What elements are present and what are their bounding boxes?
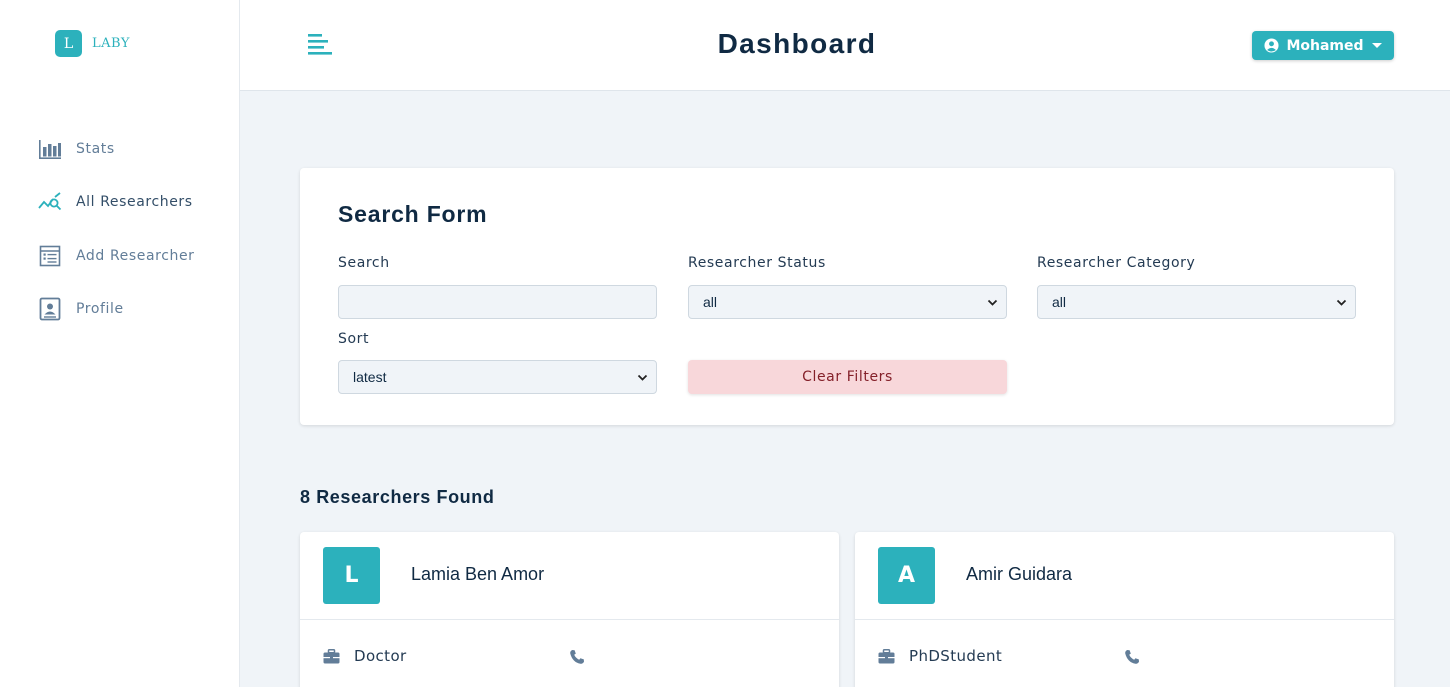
search-label: Search — [338, 255, 390, 271]
logo-mark: L — [55, 30, 82, 57]
researcher-category-select[interactable]: all — [1037, 285, 1356, 319]
sidebar-item-label: Add Researcher — [76, 247, 195, 264]
researcher-status-value: all — [703, 294, 718, 310]
page-title: Dashboard — [717, 28, 877, 59]
researcher-name: Lamia Ben Amor — [411, 564, 545, 584]
sidebar-item-label: Profile — [76, 301, 124, 317]
form-title: Search Form — [338, 201, 488, 227]
briefcase-icon — [878, 648, 895, 664]
researcher-name: Amir Guidara — [966, 564, 1073, 584]
researcher-category: PhDStudent — [878, 647, 1002, 665]
search-form: Search Form Search Researcher Status all… — [300, 168, 1394, 425]
card-header: L Lamia Ben Amor — [300, 532, 839, 620]
sidebar-item-label: Stats — [76, 140, 115, 157]
sidebar-nav: Stats All Researchers Add Researcher Pro… — [38, 135, 195, 349]
user-name: Mohamed — [1286, 37, 1364, 54]
sort-select[interactable]: latest — [338, 360, 657, 394]
researcher-card: A Amir Guidara PhDStudent — [855, 532, 1394, 687]
id-card-icon — [38, 297, 62, 321]
search-input[interactable] — [338, 285, 657, 319]
researcher-category: Doctor — [323, 647, 407, 665]
sort-label: Sort — [338, 331, 370, 347]
category-text: PhDStudent — [909, 647, 1003, 665]
chevron-down-icon — [987, 296, 998, 312]
avatar: A — [878, 547, 935, 604]
briefcase-icon — [323, 648, 340, 664]
researcher-card: L Lamia Ben Amor Doctor — [300, 532, 839, 687]
sidebar-item-stats[interactable]: Stats — [38, 135, 195, 162]
researcher-category-label: Researcher Category — [1037, 255, 1196, 271]
bar-chart-icon — [38, 137, 62, 161]
researcher-status-label: Researcher Status — [688, 255, 826, 271]
logo-text: LABY — [92, 36, 130, 51]
card-header: A Amir Guidara — [855, 532, 1394, 620]
avatar: L — [323, 547, 380, 604]
chevron-down-icon — [637, 371, 648, 387]
results-count: 8 Researchers Found — [300, 487, 495, 507]
sidebar-item-profile[interactable]: Profile — [38, 296, 195, 323]
clear-filters-button[interactable]: Clear Filters — [688, 360, 1007, 394]
sidebar-item-label: All Researchers — [76, 194, 193, 210]
logo[interactable]: L LABY — [55, 30, 130, 57]
sidebar-item-add-researcher[interactable]: Add Researcher — [38, 242, 195, 269]
category-text: Doctor — [354, 647, 407, 665]
researcher-category-value: all — [1052, 294, 1067, 310]
top-bar: Dashboard Mohamed — [240, 0, 1450, 91]
sidebar-item-all-researchers[interactable]: All Researchers — [38, 189, 195, 216]
sidebar: L LABY Stats All Researchers Add Researc… — [0, 0, 240, 687]
phone-icon — [1124, 649, 1140, 669]
researcher-status-select[interactable]: all — [688, 285, 1007, 319]
caret-down-icon — [1371, 43, 1382, 48]
phone-icon — [569, 649, 585, 669]
user-circle-icon — [1264, 38, 1279, 53]
query-stats-icon — [38, 190, 62, 214]
user-menu-button[interactable]: Mohamed — [1252, 31, 1394, 60]
form-icon — [38, 244, 62, 268]
chevron-down-icon — [1336, 296, 1347, 312]
sort-value: latest — [353, 369, 387, 385]
